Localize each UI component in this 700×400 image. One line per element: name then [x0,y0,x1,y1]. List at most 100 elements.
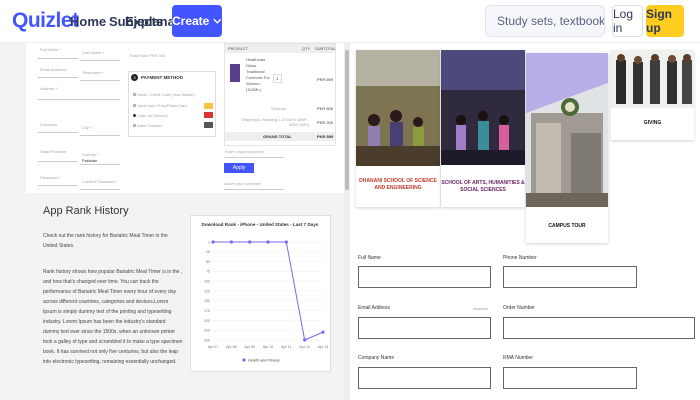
quizlet-logo[interactable]: Quizlet [12,9,79,33]
coupon-field[interactable] [224,157,284,158]
y-tick-label: 1 [208,241,210,245]
rank-intro: Check out the rank history for Bariatric… [43,233,168,249]
phone-input[interactable] [503,266,637,288]
product-qty: 1 [276,76,279,81]
school-card-science[interactable]: DHANANI SCHOOL OF SCIENCE AND ENGINEERIN… [356,50,440,207]
field-password: Password * [40,175,61,180]
field-line [80,164,120,165]
data-point [284,240,288,244]
school-label-science: DHANANI SCHOOL OF SCIENCE AND ENGINEERIN… [359,178,437,191]
science-photo [356,50,440,166]
data-point [229,240,233,244]
note-field[interactable] [224,189,284,190]
field-line [80,189,120,190]
product-name: Healthcare Gloss Traditional Cosmetic Fo… [246,57,270,92]
subtotal-label: Subtotal [271,106,286,111]
y-tick-label: 100 [204,279,210,283]
rank-chart: Download Rank - iPhone - United States -… [190,215,331,372]
rank-section: App Rank History Check out the rank hist… [0,193,350,400]
payment-option[interactable]: Debit / Credit Card (Visa Master) [133,92,195,97]
x-tick-label: Apr 08 [226,345,237,349]
create-label: Create [172,14,210,28]
arts-photo [441,50,525,165]
order-number-input[interactable] [503,317,695,339]
y-tick-label: 150 [204,299,210,303]
field-line [80,80,120,81]
legend-marker [242,358,246,362]
giving-card[interactable]: GIVING [611,50,694,140]
payment-title: PAYMENT METHOD [141,75,184,80]
y-tick-label: 75 [206,270,210,274]
data-point [211,240,215,244]
checkout-screenshot: Full Name * Last Name * Email Address * … [26,43,344,193]
payment-option[interactable]: Cash on Delivery [133,113,168,118]
search-input[interactable]: Study sets, textbooks, ... [485,5,605,37]
country-value: Pakistan [82,158,98,163]
field-line [80,135,120,136]
field-line [38,99,120,100]
label-company: Company Name [358,355,395,361]
y-tick-label: 225 [204,329,210,333]
field-company: Company [40,122,58,127]
step-badge: 3 [131,74,138,81]
x-tick-label: Apr 13 [318,345,329,349]
giving-label: GIVING [643,120,662,126]
field-line [38,132,78,133]
summary-col-subtotal: SUBTOTAL [315,46,336,51]
nav-home[interactable]: Home [70,14,106,29]
email-input[interactable] [358,317,491,339]
summary-col-product: PRODUCT [228,46,248,51]
grand-total-label: GRAND TOTAL [263,134,292,139]
chart-title: Download Rank - iPhone - United States -… [202,222,319,227]
field-line [38,161,78,162]
order-summary: PRODUCT QTY SUBTOTAL Healthcare Gloss Tr… [224,43,336,146]
scrollbar-thumb[interactable] [345,50,349,190]
rank-chart-svg: Download Rank - iPhone - United States -… [202,222,329,363]
school-label-arts: SCHOOL OF ARTS, HUMANITIES & SOCIAL SCIE… [441,180,525,193]
x-tick-label: Apr 12 [299,345,310,349]
note-label: Leave your comment [224,181,262,186]
legend-label: Health and Fitness [248,359,280,363]
x-tick-label: Apr 10 [263,345,274,349]
company-input[interactable] [358,367,491,389]
field-last-name: Last Name * [82,50,105,55]
product-image [230,64,240,82]
full-name-input[interactable] [358,266,491,288]
field-full-name: Full Name * [40,47,61,52]
payment-option[interactable]: Bank Transfer [133,123,162,128]
x-tick-label: Apr 07 [208,345,219,349]
data-point [321,330,325,334]
payment-option[interactable]: JazzCash / EasyPaisa Card [133,103,187,108]
create-button[interactable]: Create [172,5,222,37]
school-card-arts[interactable]: SCHOOL OF ARTS, HUMANITIES & SOCIAL SCIE… [441,50,525,207]
field-city: City * [82,125,92,130]
bank-icon [204,122,213,128]
field-email: Email Address * [40,67,69,72]
card-icon [204,103,213,109]
field-line [80,60,120,61]
field-line [38,58,78,59]
subtotal-value: PKR 600 [317,106,334,111]
label-rma: RMA Number [503,355,534,361]
rma-input[interactable] [503,367,637,389]
y-tick-label: 200 [204,319,210,323]
label-email: Email Address [358,305,390,311]
field-line [38,185,78,186]
y-tick-label: 50 [206,260,210,264]
data-point [303,338,307,342]
cod-icon [204,112,213,118]
giving-photo [611,50,694,108]
y-tick-label: 125 [204,289,210,293]
signup-button[interactable]: Sign up [646,5,684,37]
x-tick-label: Apr 09 [244,345,255,349]
search-placeholder: Study sets, textbooks, ... [497,14,605,28]
right-panel: DHANANI SCHOOL OF SCIENCE AND ENGINEERIN… [350,43,700,400]
product-price: PKR 699 [317,77,334,82]
campus-tour-label: CAMPUS TOUR [548,223,586,229]
campus-tour-card[interactable]: CAMPUS TOUR [526,53,608,243]
field-country: Country * [82,152,99,157]
grand-total-value: PKR 899 [317,134,334,139]
top-nav: Quizlet Home Subjects Explanations Creat… [0,0,700,43]
apply-button[interactable]: Apply [224,163,254,173]
login-button[interactable]: Log in [612,5,643,37]
